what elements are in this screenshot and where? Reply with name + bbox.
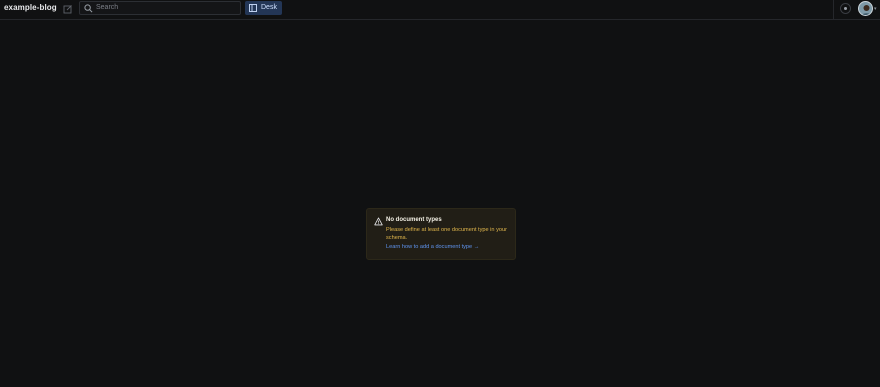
search-placeholder: Search (96, 4, 119, 11)
chevron-down-icon[interactable]: ▾ (874, 6, 877, 12)
learn-more-link[interactable]: Learn how to add a document type → (386, 244, 479, 250)
desk-tool-button[interactable]: Desk (245, 1, 282, 15)
top-navbar: example-blog Search Desk ▾ (0, 0, 880, 20)
status-dot (844, 7, 847, 10)
header-divider (833, 0, 834, 20)
desk-icon (249, 4, 257, 12)
warning-icon (374, 217, 383, 226)
notice-title: No document types (386, 217, 442, 223)
no-document-types-notice: No document types Please define at least… (366, 208, 516, 260)
notice-body: Please define at least one document type… (386, 227, 507, 241)
search-icon (84, 4, 93, 13)
search-input[interactable]: Search (79, 1, 241, 15)
compose-icon[interactable] (61, 2, 74, 15)
status-icon[interactable] (840, 3, 851, 14)
project-name[interactable]: example-blog (4, 3, 57, 12)
avatar[interactable] (858, 1, 873, 16)
desk-label: Desk (261, 4, 277, 11)
